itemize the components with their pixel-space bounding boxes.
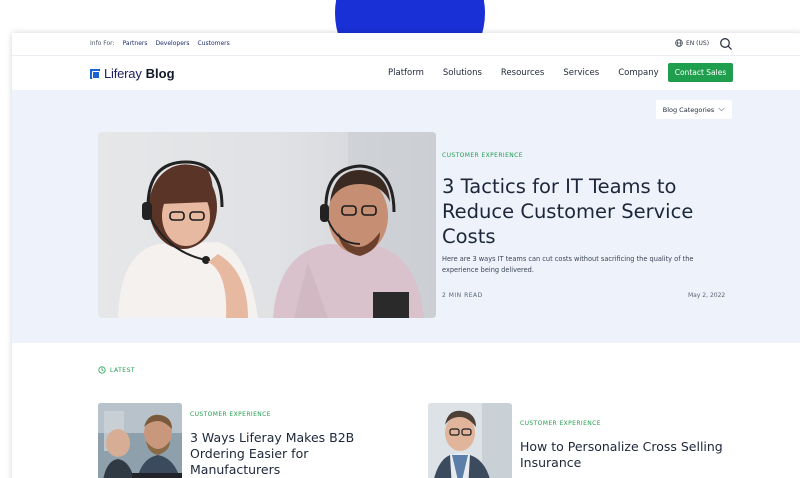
post-card-image[interactable]: [428, 403, 512, 478]
logo-blog-text: Blog: [145, 66, 175, 81]
chevron-down-icon: [718, 107, 725, 112]
partners-link[interactable]: Partners: [123, 40, 148, 47]
liferay-logo-icon: [90, 68, 100, 79]
nav-resources[interactable]: Resources: [501, 68, 544, 78]
developers-link[interactable]: Developers: [156, 40, 190, 47]
nav-company[interactable]: Company: [618, 68, 658, 78]
liferay-blog-logo[interactable]: Liferay Blog: [90, 66, 175, 81]
post-card-category[interactable]: CUSTOMER EXPERIENCE: [520, 420, 601, 427]
featured-post-image[interactable]: [98, 132, 436, 318]
info-for-label: Info For:: [90, 40, 115, 47]
main-nav: Platform Solutions Resources Services Co…: [388, 68, 659, 78]
search-icon[interactable]: [718, 36, 734, 52]
featured-post-title[interactable]: 3 Tactics for IT Teams to Reduce Custome…: [442, 174, 732, 249]
blog-categories-dropdown[interactable]: Blog Categories: [656, 100, 732, 119]
post-card-image[interactable]: [98, 403, 182, 478]
clock-icon: [98, 366, 106, 374]
post-card-title[interactable]: 3 Ways Liferay Makes B2B Ordering Easier…: [190, 430, 370, 478]
nav-services[interactable]: Services: [563, 68, 599, 78]
featured-post-read-time: 2 MIN READ: [442, 292, 483, 299]
nav-solutions[interactable]: Solutions: [443, 68, 482, 78]
featured-post-category[interactable]: CUSTOMER EXPERIENCE: [442, 152, 523, 159]
featured-post-excerpt: Here are 3 ways IT teams can cut costs w…: [442, 255, 694, 274]
contact-sales-button[interactable]: Contact Sales: [668, 63, 733, 82]
language-selector[interactable]: EN (US): [675, 39, 709, 47]
customers-link[interactable]: Customers: [197, 40, 229, 47]
language-label: EN (US): [686, 39, 710, 47]
post-card-category[interactable]: CUSTOMER EXPERIENCE: [190, 411, 271, 418]
latest-label: LATEST: [110, 366, 136, 374]
nav-platform[interactable]: Platform: [388, 68, 424, 78]
blog-categories-label: Blog Categories: [662, 105, 715, 114]
browser-page: Info For: Partners Developers Customers …: [12, 33, 800, 478]
featured-post: Blog Categories CUSTOMER EXPERIENCE 3 Ta…: [12, 90, 800, 343]
latest-section-heading: LATEST: [98, 366, 135, 374]
logo-wordmark: Liferay: [104, 66, 142, 81]
info-for-links: Info For: Partners Developers Customers: [90, 40, 230, 47]
utility-bar: Info For: Partners Developers Customers …: [12, 33, 800, 56]
main-header: Liferay Blog Platform Solutions Resource…: [12, 57, 800, 90]
featured-post-date: May 2, 2022: [688, 292, 726, 299]
globe-icon: [675, 39, 683, 47]
post-card-title[interactable]: How to Personalize Cross Selling Insuran…: [520, 439, 740, 471]
